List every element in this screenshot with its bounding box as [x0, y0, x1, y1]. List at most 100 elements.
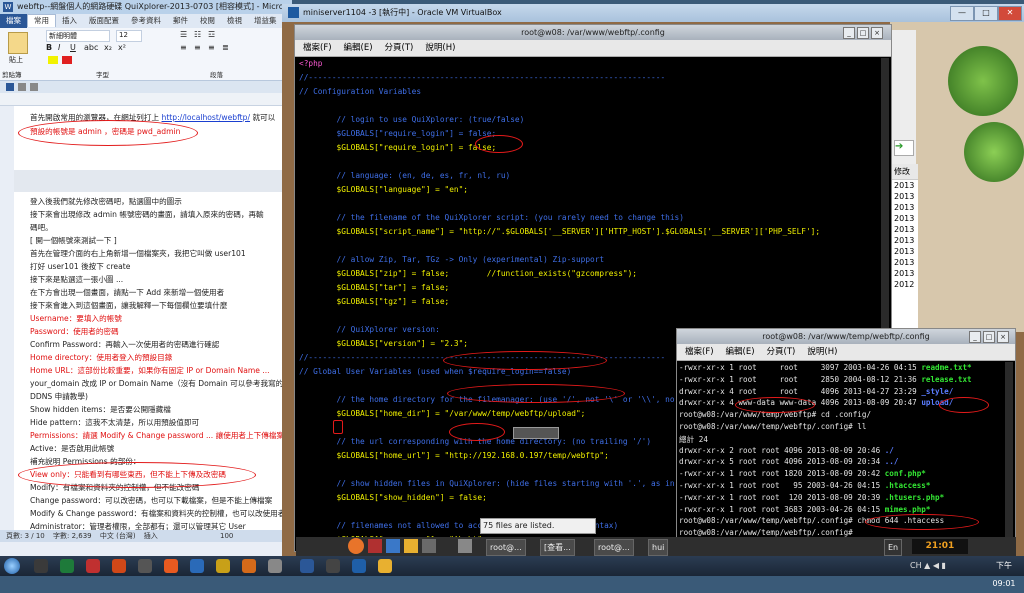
doc-line-14: Confirm Password：再輸入一次使用者的密碼進行確認	[30, 340, 220, 349]
bullets-icon[interactable]: ☰	[180, 30, 187, 39]
app-icon[interactable]	[368, 539, 382, 553]
code-line: $GLOBALS["language"] = "en";	[299, 185, 468, 194]
justify-icon[interactable]: ≣	[222, 43, 229, 52]
annotation-ellipse-chmod	[865, 514, 979, 530]
app-icon[interactable]	[458, 539, 472, 553]
numbering-icon[interactable]: ☷	[194, 30, 201, 39]
code-line: // Configuration Variables	[299, 87, 422, 96]
paste-icon[interactable]	[8, 32, 28, 54]
maximize-button[interactable]: □	[974, 6, 998, 21]
italic-icon[interactable]: I	[58, 43, 60, 52]
minimize-button[interactable]: —	[950, 6, 974, 21]
menu-edit[interactable]: 編輯(E)	[726, 347, 755, 357]
start-button[interactable]	[4, 558, 20, 574]
word-title: webftp--網盤個人的網路硬碟 QuiXplorer-2013-0703 […	[17, 2, 284, 11]
tab-mailings[interactable]: 郵件	[167, 14, 194, 28]
guest-task-folder[interactable]: hui	[648, 539, 669, 556]
shell-line-text: -rwxr-xr-x 1 root root 3683 2003-04-26 0…	[679, 504, 885, 514]
tab-review[interactable]: 校閱	[194, 14, 221, 28]
taskbar-app-icon[interactable]	[216, 559, 230, 573]
annotation-box-cursor	[333, 420, 343, 434]
guest-task-terminal[interactable]: root@...	[486, 539, 526, 556]
files-listed-status: 75 files are listed.	[480, 518, 596, 534]
app-icon[interactable]	[386, 539, 400, 553]
app-icon[interactable]	[404, 539, 418, 553]
doc-line-19: Show hidden items：是否要公開隱藏檔	[30, 405, 171, 414]
terminal-shell[interactable]: root@w08: /var/www/temp/webftp/.config _…	[676, 328, 1016, 544]
tab-layout[interactable]: 版面配置	[83, 14, 125, 28]
tab-insert[interactable]: 插入	[56, 14, 83, 28]
subscript-icon[interactable]: x₂	[104, 43, 112, 52]
guest-lang-indicator[interactable]: En	[884, 539, 903, 556]
font-color-icon[interactable]	[62, 56, 72, 64]
go-arrow-icon[interactable]: ➔	[894, 140, 914, 156]
font-size-box[interactable]: 12	[116, 30, 142, 42]
taskbar-virtualbox-icon[interactable]	[352, 559, 366, 573]
code-line: // login to use QuiXplorer: (true/false)	[299, 115, 525, 124]
tab-view[interactable]: 檢視	[221, 14, 248, 28]
shell-line-text: 總計 24	[679, 434, 708, 444]
terminal2-close-button[interactable]: ×	[997, 331, 1009, 343]
plant-image	[948, 46, 1018, 116]
app-icon[interactable]	[422, 539, 436, 553]
taskbar-app-icon[interactable]	[326, 559, 340, 573]
underline-icon[interactable]: U	[70, 43, 76, 52]
menu-file[interactable]: 檔案(F)	[685, 347, 714, 357]
file-date: 2013	[894, 192, 915, 201]
save-icon[interactable]	[6, 83, 14, 91]
annotation-ellipse-login	[18, 120, 198, 146]
menu-help[interactable]: 說明(H)	[425, 43, 455, 53]
taskbar-app-icon[interactable]	[112, 559, 126, 573]
redo-icon[interactable]	[30, 83, 38, 91]
taskbar-app-icon[interactable]	[190, 559, 204, 573]
group-clipboard: 剪貼簿	[2, 71, 22, 79]
taskbar-app-icon[interactable]	[378, 559, 392, 573]
terminal2-scrollbar[interactable]	[1005, 362, 1013, 540]
tab-references[interactable]: 參考資料	[125, 14, 167, 28]
superscript-icon[interactable]: x²	[118, 43, 126, 52]
guest-task-browser[interactable]: [查看...	[540, 539, 575, 556]
ubuntu-launcher-icon[interactable]	[348, 538, 364, 554]
annotation-ellipse-show-hidden	[449, 423, 505, 441]
menu-edit[interactable]: 編輯(E)	[344, 43, 373, 53]
terminal2-maximize-button[interactable]: □	[983, 331, 995, 343]
terminal2-minimize-button[interactable]: _	[969, 331, 981, 343]
menu-tabs[interactable]: 分頁(T)	[385, 43, 414, 53]
taskbar-app-icon[interactable]	[164, 559, 178, 573]
menu-tabs[interactable]: 分頁(T)	[767, 347, 796, 357]
close-button[interactable]: ✕	[998, 6, 1022, 21]
tab-file[interactable]: 檔案	[0, 14, 27, 28]
bold-icon[interactable]: B	[46, 43, 52, 52]
taskbar-app-icon[interactable]	[138, 559, 152, 573]
taskbar-app-icon[interactable]	[268, 559, 282, 573]
terminal-minimize-button[interactable]: _	[843, 27, 855, 39]
strikethrough-icon[interactable]: abc	[84, 43, 98, 52]
taskbar-app-icon[interactable]	[60, 559, 74, 573]
tab-home[interactable]: 常用	[27, 14, 56, 27]
align-left-icon[interactable]: ≡	[180, 43, 187, 52]
shell-line: -rwxr-xr-x 1 root root 95 2003-04-26 04:…	[679, 481, 930, 490]
undo-icon[interactable]	[18, 83, 26, 91]
terminal-maximize-button[interactable]: □	[857, 27, 869, 39]
menu-help[interactable]: 說明(H)	[807, 347, 837, 357]
menu-file[interactable]: 檔案(F)	[303, 43, 332, 53]
multilevel-icon[interactable]: ☲	[208, 30, 215, 39]
document-page[interactable]: 首先開啟常用的瀏覽器，在網址列打上 http://localhost/webft…	[14, 106, 290, 531]
code-line: // language: (en, de, es, fr, nl, ru)	[299, 171, 511, 180]
taskbar-app-icon[interactable]	[242, 559, 256, 573]
taskbar-word-icon[interactable]	[300, 559, 314, 573]
font-name-box[interactable]: 新細明體	[46, 30, 110, 42]
taskbar-app-icon[interactable]	[34, 559, 48, 573]
highlight-icon[interactable]	[48, 56, 58, 64]
column-header-modified[interactable]: 修改	[892, 164, 918, 180]
doc-line-21: Permissions：請選 Modify & Change password …	[30, 431, 284, 440]
tab-addins[interactable]: 增益集	[248, 14, 283, 28]
guest-task-terminal-2[interactable]: root@...	[594, 539, 634, 556]
taskbar-app-icon[interactable]	[86, 559, 100, 573]
align-right-icon[interactable]: ≡	[208, 43, 215, 52]
terminal-close-button[interactable]: ×	[871, 27, 883, 39]
host-clock: 下午 09:01	[992, 561, 1016, 588]
align-center-icon[interactable]: ≡	[194, 43, 201, 52]
host-lang-indicator[interactable]: CH ▲ ◀ ▮	[910, 557, 980, 575]
floating-toolbar[interactable]	[513, 427, 559, 439]
